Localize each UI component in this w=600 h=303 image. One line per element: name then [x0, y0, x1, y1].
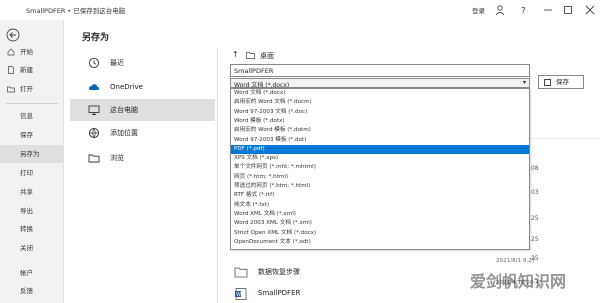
current-folder[interactable]: 桌面 — [260, 51, 274, 61]
nav-item-label: 反馈 — [20, 287, 33, 295]
nav-item-label: 打开 — [20, 85, 33, 93]
filetype-option[interactable]: 启用宏的 Word 文档 (*.docm) — [231, 98, 529, 107]
filetype-option[interactable]: Word 97-2003 文档 (*.doc) — [231, 108, 529, 117]
chevron-down-icon: ▾ — [522, 79, 526, 86]
filetype-option[interactable]: 单个文件网页 (*.mht; *.mhtml) — [231, 163, 529, 172]
nav-item-home[interactable]: 开始 — [0, 43, 64, 61]
nav-item-transform[interactable]: 转换 — [0, 220, 64, 238]
row-meta: 25 — [531, 236, 539, 243]
backstage-nav: 开始 新建 打开 信息 保存 另存为 打印 共享 导出 转换 关闭 帐户 反馈 — [0, 20, 64, 303]
location-label: OneDrive — [110, 83, 143, 91]
filetype-option[interactable]: OpenDocument 文本 (*.odt) — [231, 238, 529, 247]
minimize-icon[interactable] — [542, 4, 554, 16]
person-icon[interactable] — [494, 4, 506, 16]
filetype-option[interactable]: 纯文本 (*.txt) — [231, 201, 529, 210]
nav-item-label: 信息 — [20, 112, 33, 120]
file-name: 数据恢复步骤 — [258, 268, 300, 276]
nav-item-label: 帐户 — [20, 269, 33, 277]
filetype-option[interactable]: Word 文档 (*.docx) — [231, 89, 529, 98]
save-button-label: 保存 — [556, 78, 569, 86]
nav-item-print[interactable]: 打印 — [0, 164, 64, 182]
location-add-place[interactable]: 添加位置 — [70, 122, 215, 144]
row-meta: 08 — [531, 165, 539, 172]
folder-icon — [88, 154, 100, 163]
row-meta: 03 — [531, 189, 539, 196]
nav-item-close[interactable]: 关闭 — [0, 239, 64, 257]
clock-icon — [88, 57, 100, 69]
add-globe-icon — [88, 127, 100, 139]
filetype-option[interactable]: Word 模板 (*.dotx) — [231, 117, 529, 126]
filetype-option[interactable]: Strict Open XML 文档 (*.docx) — [231, 229, 529, 238]
panel-divider — [217, 48, 218, 303]
nav-item-label: 新建 — [20, 66, 33, 74]
filetype-option[interactable]: Word 2003 XML 文档 (*.xml) — [231, 219, 529, 228]
nav-item-open[interactable]: 打开 — [0, 80, 64, 98]
nav-item-label: 开始 — [20, 48, 33, 56]
nav-item-label: 转换 — [20, 225, 33, 233]
help-icon[interactable]: ? — [518, 4, 530, 17]
nav-item-share[interactable]: 共享 — [0, 183, 64, 201]
folder-icon — [234, 267, 248, 278]
filetype-option-selected[interactable]: PDF (*.pdf) — [231, 144, 529, 155]
nav-item-label: 关闭 — [20, 244, 33, 252]
location-this-pc[interactable]: 这台电脑 — [70, 99, 215, 121]
window-title: SmallPDFER • 已保存到这台电脑 — [26, 7, 126, 15]
save-button[interactable]: 保存 — [538, 75, 584, 89]
svg-text:?: ? — [521, 7, 526, 17]
filetype-option[interactable]: RTF 格式 (*.rtf) — [231, 191, 529, 200]
nav-item-export[interactable]: 导出 — [0, 202, 64, 220]
nav-item-label: 保存 — [20, 131, 33, 139]
location-recent[interactable]: 最近 — [70, 52, 215, 74]
new-document-icon — [8, 66, 14, 74]
back-arrow-icon[interactable] — [6, 28, 20, 42]
nav-item-label: 共享 — [20, 188, 33, 196]
file-date: 2021/8/1 9:27 — [496, 258, 536, 264]
close-icon[interactable] — [584, 4, 596, 16]
filetype-option[interactable]: 筛选过的网页 (*.htm; *.html) — [231, 182, 529, 191]
location-label: 添加位置 — [110, 129, 138, 137]
filename-input[interactable]: SmallPDFER — [230, 64, 530, 77]
location-onedrive[interactable]: OneDrive — [70, 76, 215, 98]
filetype-dropdown: Word 文档 (*.docx) 启用宏的 Word 文档 (*.docm) W… — [230, 88, 530, 250]
save-icon — [544, 79, 551, 86]
folder-icon — [246, 52, 255, 59]
page-title: 另存为 — [82, 33, 110, 43]
location-label: 这台电脑 — [110, 106, 138, 114]
nav-item-account[interactable]: 帐户 — [0, 264, 64, 282]
nav-item-feedback[interactable]: 反馈 — [0, 282, 64, 300]
maximize-icon[interactable] — [562, 4, 574, 16]
nav-item-label: 导出 — [20, 207, 33, 215]
svg-text:W: W — [236, 292, 241, 298]
file-name: SmallPDFER — [258, 289, 301, 297]
nav-item-save[interactable]: 保存 — [0, 126, 64, 144]
filetype-option[interactable]: XPS 文档 (*.xps) — [231, 154, 529, 163]
filetype-option[interactable]: Word XML 文档 (*.xml) — [231, 210, 529, 219]
word-document-icon: W — [235, 288, 247, 300]
nav-item-save-as[interactable]: 另存为 — [0, 145, 64, 163]
location-label: 浏览 — [110, 154, 124, 162]
filetype-option[interactable]: 网页 (*.htm; *.html) — [231, 173, 529, 182]
location-label: 最近 — [110, 59, 124, 67]
nav-item-new[interactable]: 新建 — [0, 61, 64, 79]
up-arrow-icon[interactable]: ↑ — [232, 50, 239, 59]
login-link[interactable]: 登录 — [472, 5, 485, 15]
title-bar: SmallPDFER • 已保存到这台电脑 登录 ? — [0, 0, 600, 20]
filetype-select[interactable]: Word 文档 (*.docx) ▾ — [230, 78, 530, 89]
filetype-option[interactable]: 启用宏的 Word 模板 (*.dotm) — [231, 126, 529, 135]
open-folder-icon — [7, 86, 15, 93]
row-meta: 25 — [531, 215, 539, 222]
nav-item-label: 另存为 — [20, 150, 40, 158]
filetype-option[interactable]: Word 97-2003 模板 (*.dot) — [231, 136, 529, 145]
nav-item-info[interactable]: 信息 — [0, 107, 64, 125]
watermark: 爱剑帆知识网 — [470, 272, 567, 291]
nav-divider — [6, 103, 58, 104]
home-icon — [7, 48, 15, 56]
computer-icon — [88, 105, 100, 115]
location-browse[interactable]: 浏览 — [70, 147, 215, 169]
nav-item-label: 打印 — [20, 169, 33, 177]
cloud-icon — [88, 84, 100, 90]
